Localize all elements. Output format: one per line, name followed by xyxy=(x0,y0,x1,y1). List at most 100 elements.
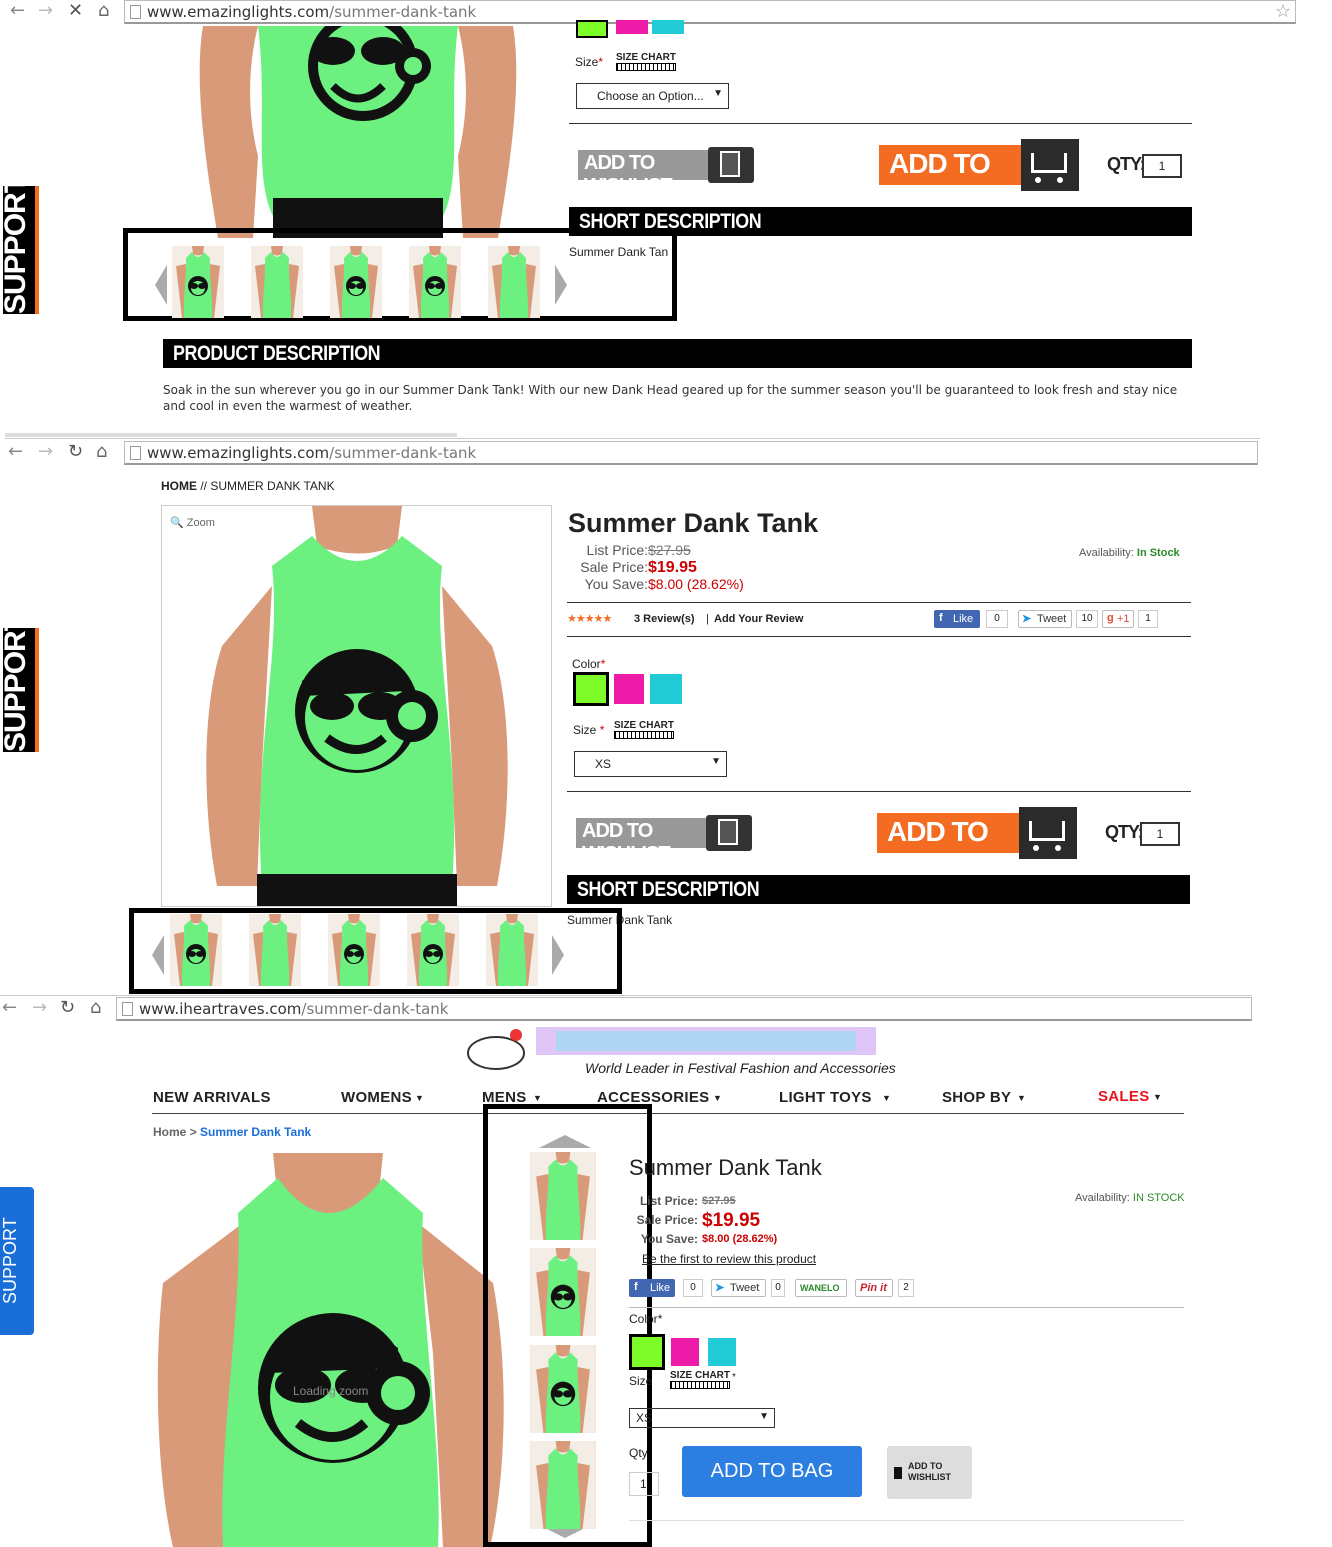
breadcrumb-home[interactable]: HOME xyxy=(161,479,197,493)
product-thumbnail[interactable] xyxy=(486,914,538,986)
add-to-wishlist-button[interactable]: ADD TO WISHLIST xyxy=(887,1446,972,1499)
review-link[interactable]: Be the first to review this product xyxy=(642,1252,816,1266)
stop-icon[interactable]: ✕ xyxy=(68,0,83,21)
address-bar[interactable]: www.emazinglights.com/summer-dank-tank xyxy=(124,441,1258,465)
home-icon[interactable]: ⌂ xyxy=(96,441,107,462)
add-review-link[interactable]: Add Your Review xyxy=(714,613,803,625)
tweet-count: 10 xyxy=(1076,610,1098,628)
thumb-prev-arrow[interactable] xyxy=(152,935,164,975)
nav-item-sales[interactable]: SALES xyxy=(1098,1088,1150,1105)
add-to-wishlist-button[interactable]: ADD TO WISHLIST xyxy=(578,147,758,197)
availability: Availability: In Stock xyxy=(1079,547,1180,559)
reload-icon[interactable]: ↻ xyxy=(68,441,83,462)
color-swatch-green[interactable] xyxy=(629,1334,665,1370)
product-thumbnail[interactable] xyxy=(170,914,222,986)
forward-icon[interactable]: → xyxy=(32,997,47,1018)
back-icon[interactable]: ← xyxy=(10,0,25,21)
tweet-button[interactable]: Tweet ➤ xyxy=(1018,610,1072,628)
size-chart-link[interactable]: SIZE CHART xyxy=(616,52,676,63)
product-image xyxy=(162,506,551,906)
reviews-link[interactable]: 3 Review(s) xyxy=(634,613,695,625)
home-icon[interactable]: ⌂ xyxy=(98,0,109,21)
breadcrumb-home[interactable]: Home xyxy=(153,1125,186,1139)
forward-icon[interactable]: → xyxy=(38,441,53,462)
back-icon[interactable]: ← xyxy=(2,997,17,1018)
size-chart-link[interactable]: SIZE CHART xyxy=(670,1370,730,1381)
thumb-up-arrow[interactable] xyxy=(539,1135,591,1148)
google-plus-count: 1 xyxy=(1138,610,1158,628)
url-path: /summer-dank-tank xyxy=(301,1000,449,1018)
product-title: Summer Dank Tank xyxy=(629,1155,822,1180)
availability: Availability: IN STOCK xyxy=(1075,1192,1185,1204)
zoom-label[interactable]: 🔍 Zoom xyxy=(170,516,215,529)
qty-input[interactable]: 1 xyxy=(1142,154,1182,178)
color-swatch-pink[interactable] xyxy=(616,20,648,34)
list-price: $27.95 xyxy=(648,542,691,558)
add-to-cart-button[interactable]: ADD TO CART xyxy=(877,807,1077,879)
nav-item-womens[interactable]: WOMENS xyxy=(341,1089,412,1106)
back-icon[interactable]: ← xyxy=(8,441,23,462)
ruler-icon xyxy=(616,63,676,71)
product-thumbnail[interactable] xyxy=(530,1441,596,1529)
thumb-next-arrow[interactable] xyxy=(552,935,564,975)
url-domain: www.emazinglights.com xyxy=(147,444,330,462)
add-to-bag-button[interactable]: ADD TO BAG xyxy=(682,1446,862,1497)
nav-item-light-toys[interactable]: LIGHT TOYS xyxy=(779,1089,872,1106)
reload-icon[interactable]: ↻ xyxy=(60,997,75,1018)
color-swatch-pink[interactable] xyxy=(614,674,644,704)
size-chart-link[interactable]: SIZE CHART xyxy=(614,720,674,731)
size-select[interactable]: XS ▼ xyxy=(574,751,727,777)
thumb-prev-arrow[interactable] xyxy=(155,265,167,305)
tweet-button[interactable]: ➤ Tweet xyxy=(711,1279,766,1297)
address-bar[interactable]: www.iheartraves.com/summer-dank-tank xyxy=(116,997,1252,1021)
color-swatch-cyan[interactable] xyxy=(650,674,682,704)
wanelo-button[interactable]: WANELO xyxy=(795,1279,847,1297)
size-select[interactable]: Choose an Option... ▼ xyxy=(576,83,729,109)
size-label: Size* xyxy=(575,55,604,69)
support-tab[interactable]: SUPPORT xyxy=(0,1187,34,1335)
product-thumbnail[interactable] xyxy=(488,246,540,318)
add-to-wishlist-button[interactable]: ADD TO WISHLIST xyxy=(576,815,756,865)
product-thumbnail[interactable] xyxy=(530,1345,596,1433)
list-price: $27.95 xyxy=(702,1195,736,1207)
facebook-like-button[interactable]: f Like xyxy=(934,610,980,628)
qty-label: QTY: xyxy=(1105,822,1144,842)
size-select[interactable]: XS ▼ xyxy=(629,1408,775,1428)
breadcrumb-current: SUMMER DANK TANK xyxy=(210,479,335,493)
nav-item-shop-by[interactable]: SHOP BY xyxy=(942,1089,1011,1106)
color-swatch-pink[interactable] xyxy=(669,1336,701,1368)
forward-icon[interactable]: → xyxy=(38,0,53,21)
url-path: /summer-dank-tank xyxy=(329,3,477,21)
page-icon xyxy=(130,5,141,19)
color-swatch-green[interactable] xyxy=(576,20,608,38)
qty-input[interactable]: 1 xyxy=(629,1472,659,1496)
product-thumbnail[interactable] xyxy=(530,1248,596,1336)
page-icon xyxy=(122,1002,133,1016)
product-thumbnail[interactable] xyxy=(249,914,301,986)
product-thumbnail[interactable] xyxy=(251,246,303,318)
size-label: Size * xyxy=(573,723,605,737)
url-domain: www.emazinglights.com xyxy=(147,3,330,21)
nav-item-new-arrivals[interactable]: NEW ARRIVALS xyxy=(153,1089,271,1106)
product-thumbnail[interactable] xyxy=(409,246,461,318)
qty-input[interactable]: 1 xyxy=(1140,822,1180,846)
product-thumbnail[interactable] xyxy=(407,914,459,986)
product-thumbnail[interactable] xyxy=(328,914,380,986)
google-plus-button[interactable]: g +1 xyxy=(1102,610,1134,628)
bookmark-star-icon[interactable]: ☆ xyxy=(1275,1,1291,22)
color-swatch-cyan[interactable] xyxy=(652,20,684,34)
product-thumbnail[interactable] xyxy=(530,1152,596,1240)
color-swatch-green[interactable] xyxy=(573,672,609,706)
support-tab[interactable]: SUPPORT xyxy=(0,614,39,752)
support-tab[interactable]: SUPPORT xyxy=(0,176,39,314)
add-to-cart-button[interactable]: ADD TO CART xyxy=(879,139,1079,211)
product-thumbnail[interactable] xyxy=(330,246,382,318)
color-swatch-cyan[interactable] xyxy=(706,1336,738,1368)
thumb-next-arrow[interactable] xyxy=(555,265,567,305)
address-bar[interactable]: www.emazinglights.com/summer-dank-tank ☆ xyxy=(124,0,1296,24)
home-icon[interactable]: ⌂ xyxy=(90,997,101,1018)
facebook-like-button[interactable]: f Like xyxy=(629,1279,675,1297)
pinit-button[interactable]: Pin it xyxy=(855,1279,893,1297)
tweet-count: 0 xyxy=(771,1279,785,1297)
product-thumbnail[interactable] xyxy=(172,246,224,318)
